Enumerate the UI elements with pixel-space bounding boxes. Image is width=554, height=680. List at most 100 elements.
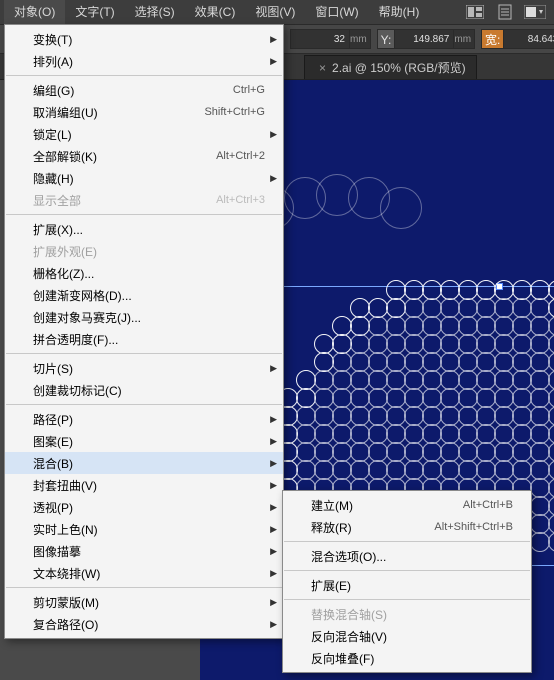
blend-submenu: 建立(M)Alt+Ctrl+B释放(R)Alt+Shift+Ctrl+B混合选项… <box>282 490 532 673</box>
document-tab[interactable]: × 2.ai @ 150% (RGB/预览) <box>304 55 477 79</box>
menu-item[interactable]: 创建渐变网格(D)... <box>5 284 283 306</box>
menu-item[interactable]: 扩展(E) <box>283 574 531 596</box>
y-field[interactable]: Y:149.867mm <box>377 28 475 50</box>
object-menu-dropdown: 变换(T)▶排列(A)▶编组(G)Ctrl+G取消编组(U)Shift+Ctrl… <box>4 24 284 639</box>
menu-object[interactable]: 对象(O) <box>4 0 65 24</box>
menu-item-label: 扩展(E) <box>311 577 513 594</box>
menu-item[interactable]: 实时上色(N) ▶ <box>5 518 283 540</box>
menu-item[interactable]: 编组(G)Ctrl+G <box>5 79 283 101</box>
menu-item[interactable]: 全部解锁(K)Alt+Ctrl+2 <box>5 145 283 167</box>
submenu-arrow-icon: ▶ <box>270 56 277 67</box>
menu-item-label: 扩展(X)... <box>33 221 265 238</box>
menu-item[interactable]: 混合(B)▶ <box>5 452 283 474</box>
submenu-arrow-icon: ▶ <box>270 414 277 425</box>
menu-item-label: 锁定(L) <box>33 126 265 143</box>
menu-item-label: 文本绕排(W) <box>33 565 265 582</box>
menu-item-label: 栅格化(Z)... <box>33 265 265 282</box>
menu-item-label: 全部解锁(K) <box>33 148 216 165</box>
menu-item-label: 混合(B) <box>33 455 265 472</box>
menu-item[interactable]: 释放(R)Alt+Shift+Ctrl+B <box>283 516 531 538</box>
menu-item-label: 创建对象马赛克(J)... <box>33 309 265 326</box>
menu-item[interactable]: 图像描摹 ▶ <box>5 540 283 562</box>
menubar: 对象(O) 文字(T) 选择(S) 效果(C) 视图(V) 窗口(W) 帮助(H… <box>0 0 554 24</box>
menu-item-label: 封套扭曲(V) <box>33 477 265 494</box>
layout-icon[interactable] <box>464 3 486 21</box>
menu-window[interactable]: 窗口(W) <box>305 0 368 24</box>
menu-item[interactable]: 锁定(L) ▶ <box>5 123 283 145</box>
menu-item[interactable]: 剪切蒙版(M) ▶ <box>5 591 283 613</box>
menu-item[interactable]: 切片(S)▶ <box>5 357 283 379</box>
w-field[interactable]: 宽:84.643mm <box>481 28 554 50</box>
submenu-arrow-icon: ▶ <box>270 34 277 45</box>
menu-item: 扩展外观(E) <box>5 240 283 262</box>
menu-item-label: 创建渐变网格(D)... <box>33 287 265 304</box>
menu-item-label: 替换混合轴(S) <box>311 606 513 623</box>
menu-item-label: 图案(E) <box>33 433 265 450</box>
menu-item[interactable]: 文本绕排(W) ▶ <box>5 562 283 584</box>
menu-item[interactable]: 变换(T) ▶ <box>5 28 283 50</box>
menu-item-label: 实时上色(N) <box>33 521 265 538</box>
menu-item[interactable]: 隐藏(H) ▶ <box>5 167 283 189</box>
menu-item[interactable]: 创建裁切标记(C) <box>5 379 283 401</box>
menu-item[interactable]: 透视(P) ▶ <box>5 496 283 518</box>
menu-item-label: 扩展外观(E) <box>33 243 265 260</box>
menu-item-label: 创建裁切标记(C) <box>33 382 265 399</box>
menu-item-label: 路径(P) <box>33 411 265 428</box>
submenu-arrow-icon: ▶ <box>270 480 277 491</box>
menu-item: 显示全部Alt+Ctrl+3 <box>5 189 283 211</box>
menu-item[interactable]: 反向混合轴(V) <box>283 625 531 647</box>
menu-item[interactable]: 反向堆叠(F) <box>283 647 531 669</box>
menu-item[interactable]: 路径(P) ▶ <box>5 408 283 430</box>
menu-item[interactable]: 栅格化(Z)... <box>5 262 283 284</box>
menu-help[interactable]: 帮助(H) <box>369 0 430 24</box>
menu-view[interactable]: 视图(V) <box>245 0 305 24</box>
menu-item-label: 图像描摹 <box>33 543 265 560</box>
shortcut-label: Alt+Shift+Ctrl+B <box>434 521 513 533</box>
menu-item-label: 透视(P) <box>33 499 265 516</box>
menu-item[interactable]: 复合路径(O)▶ <box>5 613 283 635</box>
menu-type[interactable]: 文字(T) <box>65 0 124 24</box>
submenu-arrow-icon: ▶ <box>270 568 277 579</box>
shortcut-label: Alt+Ctrl+3 <box>216 194 265 206</box>
menu-item-label: 剪切蒙版(M) <box>33 594 265 611</box>
tab-label: 2.ai @ 150% (RGB/预览) <box>332 56 466 80</box>
menu-item: 替换混合轴(S) <box>283 603 531 625</box>
menu-item[interactable]: 封套扭曲(V) ▶ <box>5 474 283 496</box>
close-doc-icon[interactable]: × <box>319 56 326 80</box>
menu-item-label: 排列(A) <box>33 53 265 70</box>
submenu-arrow-icon: ▶ <box>270 173 277 184</box>
menu-item[interactable]: 混合选项(O)... <box>283 545 531 567</box>
menu-item-label: 编组(G) <box>33 82 233 99</box>
submenu-arrow-icon: ▶ <box>270 436 277 447</box>
menu-item[interactable]: 扩展(X)... <box>5 218 283 240</box>
menu-item[interactable]: 排列(A) ▶ <box>5 50 283 72</box>
submenu-arrow-icon: ▶ <box>270 129 277 140</box>
menu-item-label: 变换(T) <box>33 31 265 48</box>
submenu-arrow-icon: ▶ <box>270 546 277 557</box>
submenu-arrow-icon: ▶ <box>270 502 277 513</box>
doc-icon[interactable] <box>494 3 516 21</box>
shortcut-label: Shift+Ctrl+G <box>204 106 265 118</box>
menu-item-label: 反向混合轴(V) <box>311 628 513 645</box>
submenu-arrow-icon: ▶ <box>270 524 277 535</box>
submenu-arrow-icon: ▶ <box>270 597 277 608</box>
x-field[interactable]: 32mm <box>290 28 371 50</box>
menu-item[interactable]: 图案(E) ▶ <box>5 430 283 452</box>
menu-item-label: 显示全部 <box>33 192 216 209</box>
menu-select[interactable]: 选择(S) <box>125 0 185 24</box>
menu-item[interactable]: 取消编组(U)Shift+Ctrl+G <box>5 101 283 123</box>
menu-item[interactable]: 拼合透明度(F)... <box>5 328 283 350</box>
menu-item[interactable]: 创建对象马赛克(J)... <box>5 306 283 328</box>
menu-item-label: 隐藏(H) <box>33 170 265 187</box>
menu-item-label: 取消编组(U) <box>33 104 204 121</box>
menu-item-label: 释放(R) <box>311 519 434 536</box>
menu-item-label: 切片(S) <box>33 360 265 377</box>
menu-item-label: 建立(M) <box>311 497 463 514</box>
workspace-switcher-icon[interactable] <box>524 3 546 21</box>
shortcut-label: Alt+Ctrl+B <box>463 499 513 511</box>
shortcut-label: Ctrl+G <box>233 84 265 96</box>
menu-item[interactable]: 建立(M)Alt+Ctrl+B <box>283 494 531 516</box>
menu-effect[interactable]: 效果(C) <box>185 0 246 24</box>
submenu-arrow-icon: ▶ <box>270 619 277 630</box>
menu-item-label: 拼合透明度(F)... <box>33 331 265 348</box>
